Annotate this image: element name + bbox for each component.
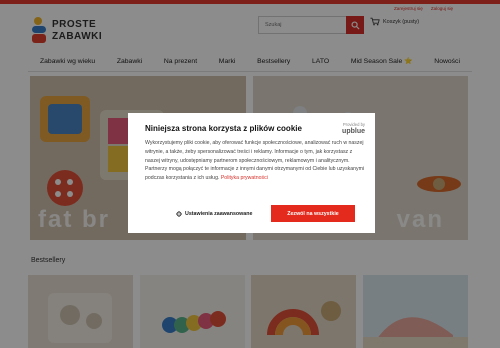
- advanced-settings-button[interactable]: Ustawienia zaawansowane: [176, 210, 253, 217]
- accept-all-button[interactable]: Zezwól na wszystkie: [271, 205, 355, 222]
- cookie-actions: Ustawienia zaawansowane Zezwól na wszyst…: [145, 205, 355, 222]
- privacy-policy-link[interactable]: Polityka prywatności: [221, 175, 268, 181]
- advanced-settings-label: Ustawienia zaawansowane: [185, 210, 253, 217]
- powered-by-brand: upblue: [342, 127, 365, 135]
- cookie-consent-dialog: Niniejsza strona korzysta z plików cooki…: [128, 113, 375, 233]
- cookie-body: Wykorzystujemy pliki cookie, aby oferowa…: [145, 139, 367, 183]
- powered-by-label: Provided by: [342, 122, 365, 127]
- gear-icon: [176, 210, 182, 217]
- powered-by: Provided by upblue: [342, 122, 365, 135]
- cookie-title: Niniejsza strona korzysta z plików cooki…: [145, 124, 302, 133]
